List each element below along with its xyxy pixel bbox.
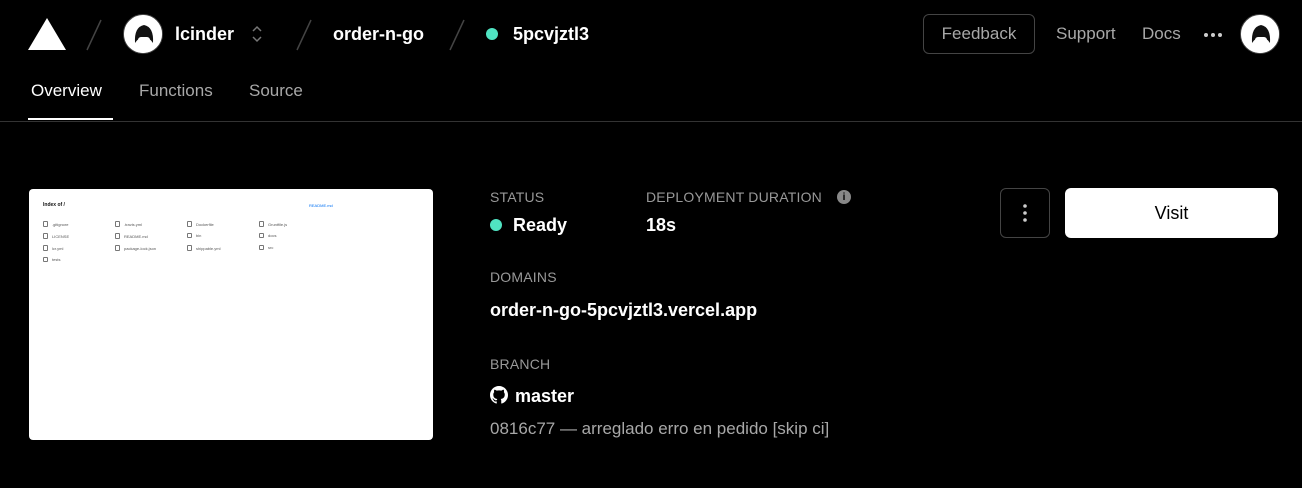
preview-file: Dockerfile xyxy=(187,221,214,227)
commit-message[interactable]: 0816c77 — arreglado erro en pedido [skip… xyxy=(490,419,829,439)
folder-icon xyxy=(259,245,264,250)
support-link[interactable]: Support xyxy=(1056,24,1116,44)
domains-label: DOMAINS xyxy=(490,269,557,285)
active-tab-indicator xyxy=(28,118,113,120)
status-value: Ready xyxy=(513,215,568,235)
domain-link[interactable]: order-n-go-5pcvjztl3.vercel.app xyxy=(490,300,757,321)
feedback-button[interactable]: Feedback xyxy=(923,14,1035,54)
duration-label: DEPLOYMENT DURATION xyxy=(646,189,822,205)
preview-file: LICENSE xyxy=(43,233,69,239)
file-icon xyxy=(115,245,120,251)
preview-file: shippable.yml xyxy=(187,245,220,251)
team-name[interactable]: lcinder xyxy=(175,24,234,45)
deployment-preview[interactable]: Index of / README.md .gitignore LICENSE … xyxy=(29,189,433,440)
breadcrumb-separator-icon xyxy=(449,19,465,51)
tab-overview[interactable]: Overview xyxy=(31,81,102,101)
deployment-id[interactable]: 5pcvjztl3 xyxy=(513,24,589,45)
docs-link[interactable]: Docs xyxy=(1142,24,1181,44)
tab-source[interactable]: Source xyxy=(249,81,303,101)
folder-icon xyxy=(43,257,48,262)
info-icon[interactable]: i xyxy=(837,190,851,204)
deployment-status-dot xyxy=(486,28,498,40)
preview-folder: docs xyxy=(259,233,276,238)
tab-bar: Overview Functions Source xyxy=(0,70,1302,122)
top-nav: lcinder order-n-go 5pcvjztl3 Feedback Su… xyxy=(0,0,1302,70)
user-avatar[interactable] xyxy=(1240,14,1280,54)
github-icon xyxy=(490,386,508,404)
preview-file: .travis.yml xyxy=(115,221,142,227)
preview-readme-link: README.md xyxy=(309,203,333,208)
file-icon xyxy=(115,233,120,239)
chevron-updown-icon[interactable] xyxy=(250,23,264,45)
project-name[interactable]: order-n-go xyxy=(333,24,424,45)
visit-button[interactable]: Visit xyxy=(1065,188,1278,238)
preview-folder: src xyxy=(259,245,273,250)
file-icon xyxy=(187,245,192,251)
file-icon xyxy=(187,221,192,227)
preview-file: lcr.yml xyxy=(43,245,63,251)
branch-label: BRANCH xyxy=(490,356,551,372)
more-actions-button[interactable] xyxy=(1000,188,1050,238)
preview-title: Index of / xyxy=(43,202,65,208)
file-icon xyxy=(43,221,48,227)
preview-file: Gruntfile.js xyxy=(259,221,287,227)
file-icon xyxy=(43,245,48,251)
preview-folder: tests xyxy=(43,257,60,262)
file-icon xyxy=(115,221,120,227)
breadcrumb-separator-icon xyxy=(296,19,312,51)
tab-functions[interactable]: Functions xyxy=(139,81,213,101)
vertical-ellipsis-icon xyxy=(1023,204,1027,222)
vercel-logo-icon[interactable] xyxy=(28,18,66,50)
ellipsis-icon[interactable] xyxy=(1203,26,1223,38)
preview-folder: bin xyxy=(187,233,201,238)
preview-file: .gitignore xyxy=(43,221,68,227)
ready-status-dot xyxy=(490,219,502,231)
preview-file: README.md xyxy=(115,233,148,239)
team-avatar[interactable] xyxy=(123,14,163,54)
breadcrumb-separator-icon xyxy=(86,19,102,51)
file-icon xyxy=(43,233,48,239)
preview-file: package-lock.json xyxy=(115,245,156,251)
folder-icon xyxy=(259,233,264,238)
status-label: STATUS xyxy=(490,189,545,205)
file-icon xyxy=(259,221,264,227)
duration-value: 18s xyxy=(646,215,677,235)
folder-icon xyxy=(187,233,192,238)
branch-name[interactable]: master xyxy=(515,386,574,407)
